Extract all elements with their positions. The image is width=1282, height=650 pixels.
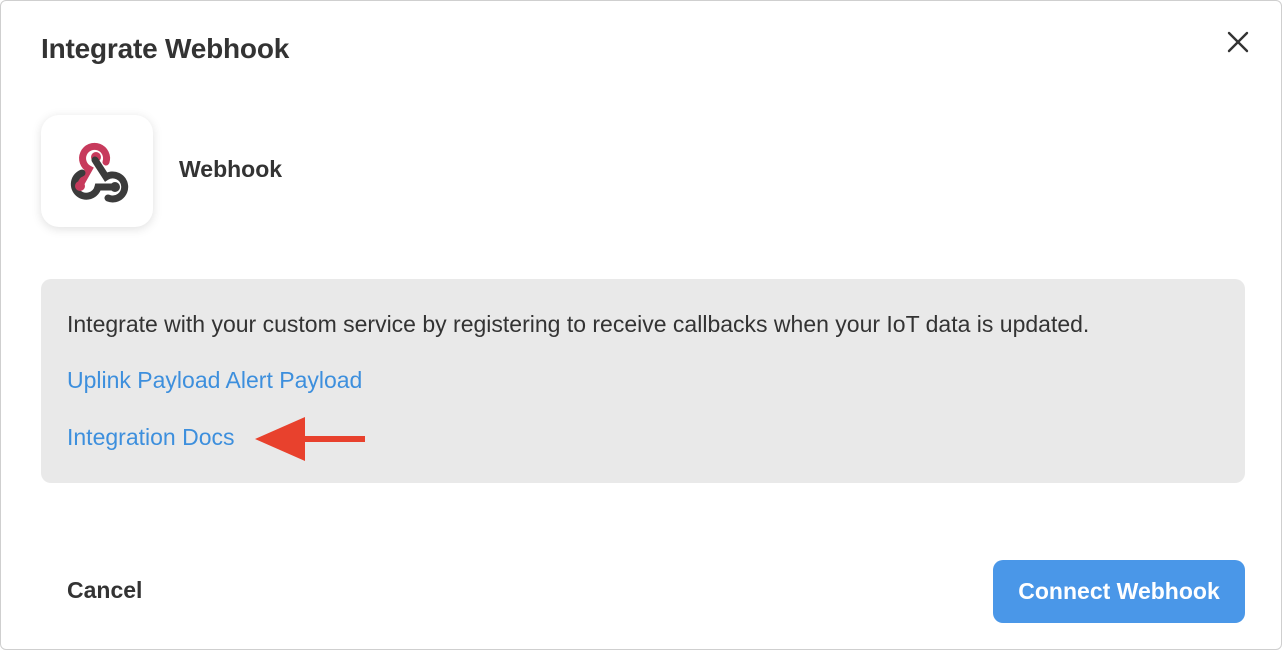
uplink-payload-link[interactable]: Uplink Payload xyxy=(67,367,220,393)
webhook-logo-tile xyxy=(41,115,153,227)
alert-payload-link[interactable]: Alert Payload xyxy=(226,367,363,393)
integration-description: Integrate with your custom service by re… xyxy=(67,311,1090,337)
red-arrow-icon xyxy=(255,417,365,461)
payload-links: Uplink Payload Alert Payload xyxy=(67,367,362,394)
integration-docs-link[interactable]: Integration Docs xyxy=(67,424,234,450)
dialog-title: Integrate Webhook xyxy=(41,33,290,64)
integrate-webhook-dialog: Integrate Webhook Webhook Integrate with… xyxy=(0,0,1282,650)
integration-name: Webhook xyxy=(179,156,283,182)
connect-webhook-button[interactable]: Connect Webhook xyxy=(993,560,1245,623)
webhook-logo-icon xyxy=(70,142,129,203)
cancel-button[interactable]: Cancel xyxy=(67,577,142,604)
close-icon xyxy=(1227,31,1249,53)
integration-docs-row: Integration Docs xyxy=(67,424,234,451)
info-panel: Integrate with your custom service by re… xyxy=(41,279,1245,483)
close-button[interactable] xyxy=(1219,23,1257,61)
